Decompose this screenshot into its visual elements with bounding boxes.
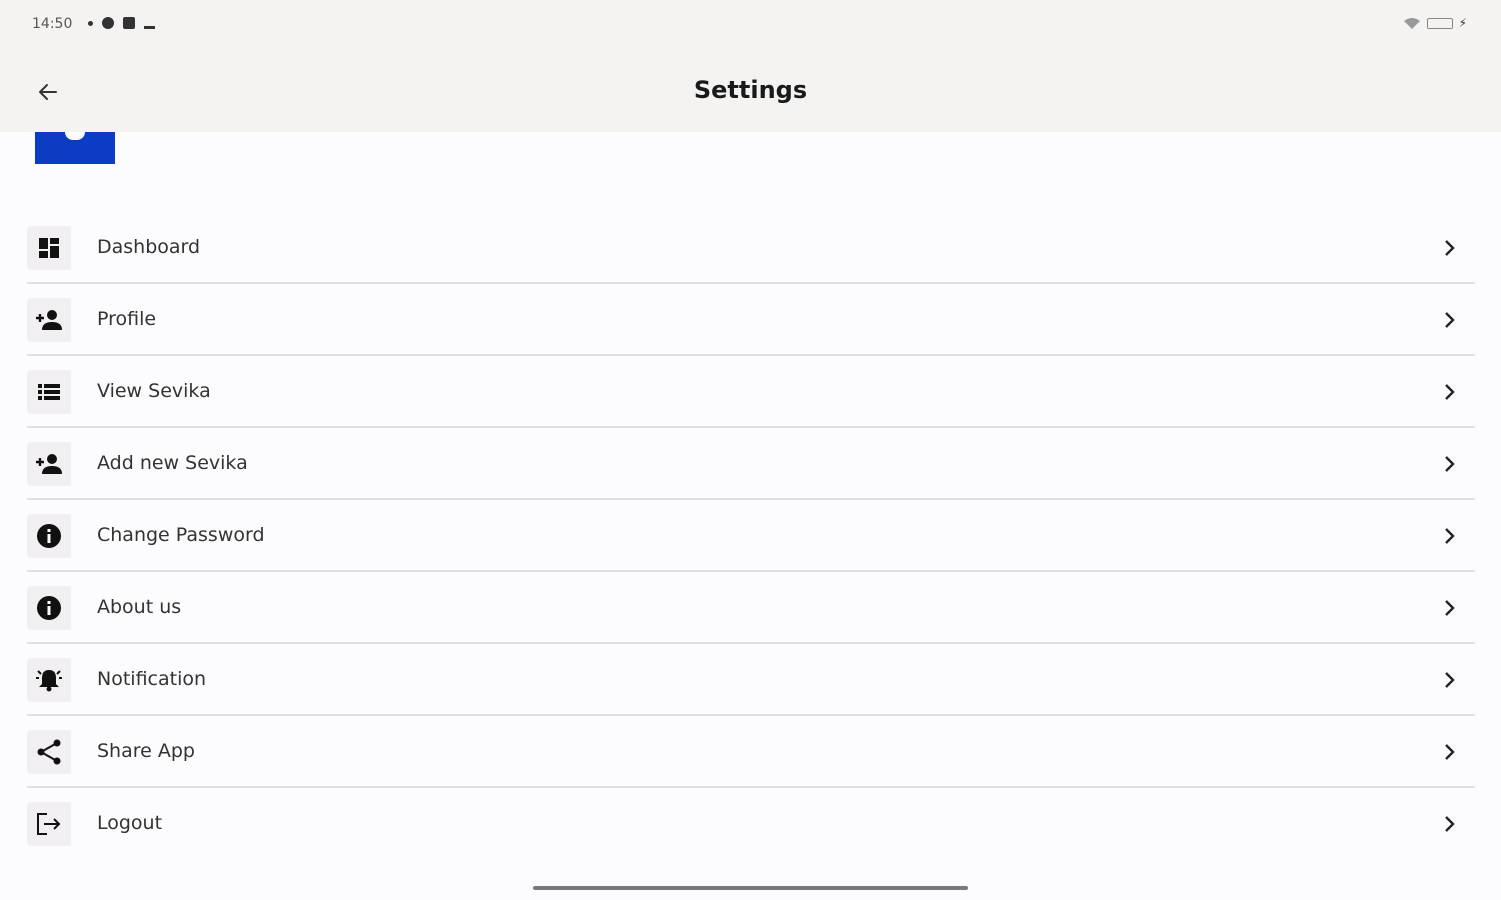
status-bar: 14:50 ⚡	[0, 0, 1501, 52]
menu-item-about-us[interactable]: About us	[27, 572, 1475, 644]
system-icons: ⚡	[1403, 16, 1467, 30]
menu-item-label: Dashboard	[97, 236, 201, 258]
menu-item-label: Share App	[97, 740, 195, 762]
chevron-right-icon	[1437, 740, 1461, 764]
chevron-right-icon	[1437, 308, 1461, 332]
app-bar: Settings	[0, 52, 1501, 132]
menu-item-add-new-sevika[interactable]: Add new Sevika	[27, 428, 1475, 500]
menu-item-profile[interactable]: Profile	[27, 284, 1475, 356]
menu-item-change-password[interactable]: Change Password	[27, 500, 1475, 572]
menu-item-notification[interactable]: Notification	[27, 644, 1475, 716]
chevron-right-icon	[1437, 524, 1461, 548]
download-icon	[144, 17, 155, 29]
chevron-right-icon	[1437, 236, 1461, 260]
chevron-right-icon	[1437, 380, 1461, 404]
chevron-right-icon	[1437, 596, 1461, 620]
home-indicator[interactable]	[533, 886, 968, 890]
menu-item-view-sevika[interactable]: View Sevika	[27, 356, 1475, 428]
menu-item-label: About us	[97, 596, 182, 618]
notification-icons	[88, 17, 155, 29]
list-icon	[38, 384, 60, 400]
info-icon	[37, 524, 61, 548]
menu-item-label: Notification	[97, 668, 207, 690]
status-time: 14:50	[32, 16, 73, 32]
page-title: Settings	[693, 76, 808, 104]
info-icon	[37, 596, 61, 620]
person-add-icon	[36, 310, 62, 330]
menu-item-label: View Sevika	[97, 380, 211, 402]
charging-icon: ⚡	[1458, 16, 1467, 30]
logout-icon	[37, 813, 61, 835]
menu-item-label: Logout	[97, 812, 163, 834]
person-add-icon	[36, 454, 62, 474]
menu-item-logout[interactable]: Logout	[27, 788, 1475, 860]
bell-ring-icon	[36, 670, 62, 692]
battery-icon	[1426, 17, 1453, 29]
menu-item-dashboard[interactable]: Dashboard	[27, 212, 1475, 284]
chevron-right-icon	[1437, 812, 1461, 836]
logo	[35, 132, 115, 164]
dashboard-icon	[39, 238, 59, 258]
menu-item-label: Add new Sevika	[97, 452, 248, 474]
dot-icon	[88, 20, 93, 26]
chevron-right-icon	[1437, 668, 1461, 692]
chevron-right-icon	[1437, 452, 1461, 476]
message-notification-icon	[123, 17, 135, 29]
menu-item-label: Profile	[97, 308, 157, 330]
share-icon	[37, 739, 61, 765]
wifi-icon	[1403, 17, 1420, 29]
menu-item-label: Change Password	[97, 524, 265, 546]
menu-item-share-app[interactable]: Share App	[27, 716, 1475, 788]
app-notification-icon	[102, 17, 114, 29]
settings-menu: Dashboard Profile View Sevika Add new Se…	[27, 212, 1475, 860]
